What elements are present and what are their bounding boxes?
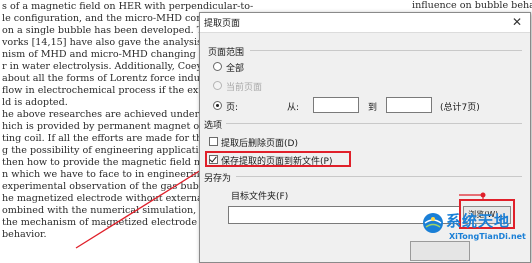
delete-after-extract-checkbox[interactable] bbox=[209, 137, 218, 146]
options-group-label: 选项 bbox=[204, 121, 223, 131]
document-line: the mechanism of magnetized electrode ch… bbox=[2, 217, 224, 228]
close-icon[interactable]: ✕ bbox=[510, 15, 524, 29]
all-pages-radio[interactable] bbox=[213, 62, 222, 71]
all-pages-label: 全部 bbox=[226, 64, 245, 74]
watermark: 系统天地 XiTongTianDi.net bbox=[422, 208, 532, 259]
document-line: he magnetized electrode without external… bbox=[2, 193, 230, 204]
pages-label: 页: bbox=[226, 103, 239, 113]
watermark-text: 系统天地 bbox=[446, 212, 511, 230]
current-page-label: 当前页面 bbox=[226, 83, 263, 93]
document-line: ld is adopted. bbox=[2, 97, 68, 108]
to-label: 到 bbox=[368, 103, 378, 113]
dialog-titlebar: 提取页面 ✕ bbox=[200, 13, 530, 33]
target-folder-label: 目标文件夹(F) bbox=[231, 192, 289, 202]
document-line: flow in electrochemical process if the e… bbox=[2, 85, 228, 96]
from-label: 从: bbox=[287, 103, 300, 113]
save-as-group-label: 另存为 bbox=[204, 174, 232, 184]
total-pages-label: (总计7页) bbox=[440, 103, 480, 113]
highlight-box bbox=[205, 151, 351, 167]
document-line: behavior. bbox=[2, 229, 47, 240]
watermark-url: XiTongTianDi.net bbox=[449, 232, 526, 241]
dialog-title: 提取页面 bbox=[204, 19, 241, 29]
from-page-input[interactable] bbox=[313, 97, 359, 113]
document-line: g the possibility of engineering applica… bbox=[2, 145, 223, 156]
group-divider bbox=[250, 50, 522, 51]
page-range-radio[interactable] bbox=[213, 101, 222, 110]
document-line: hich is provided by permanent magnet or … bbox=[2, 121, 218, 132]
document-line: n which we have to face to in engineerin… bbox=[2, 169, 233, 180]
delete-after-extract-label: 提取后删除页面(D) bbox=[221, 139, 298, 149]
current-page-radio[interactable] bbox=[213, 81, 222, 90]
group-divider bbox=[236, 176, 522, 177]
document-line-right: influence on bubble behavior has been in… bbox=[412, 0, 532, 11]
page-range-group-label: 页面范围 bbox=[208, 48, 245, 58]
group-divider bbox=[226, 123, 522, 124]
to-page-input[interactable] bbox=[386, 97, 432, 113]
globe-logo-icon bbox=[423, 213, 443, 233]
document-line: nism of MHD and micro-MHD changing bu bbox=[2, 49, 212, 60]
